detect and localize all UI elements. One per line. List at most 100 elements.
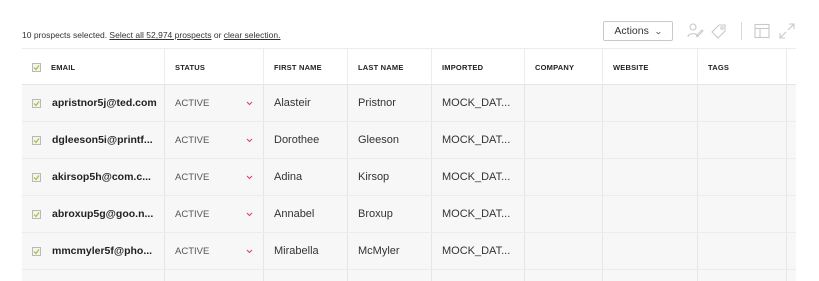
first-name-cell[interactable]: Alasteir [264,85,348,121]
actions-dropdown-button[interactable]: Actions ⌄ [603,21,673,41]
status-value: ACTIVE [175,134,210,146]
company-cell [525,270,603,281]
email-cell[interactable]: akirsop5h@com.c... [22,159,165,195]
columns-icon[interactable] [753,21,771,41]
clear-selection-link[interactable]: clear selection. [224,30,281,40]
column-header-label: FIRST NAME [274,62,322,72]
company-cell[interactable] [525,159,603,195]
table-right-edge [796,48,819,281]
column-header-company[interactable]: COMPANY [525,49,603,85]
imported-cell [432,270,525,281]
truncated-cell [787,196,796,232]
column-header-status[interactable]: STATUS [165,49,264,85]
first-name-cell[interactable]: Annabel [264,196,348,232]
first-name-cell[interactable]: Dorothee [264,122,348,158]
website-cell[interactable] [603,159,698,195]
column-header-label: EMAIL [51,62,76,72]
email-cell[interactable]: mmcmyler5f@pho... [22,233,165,269]
last-name-cell[interactable]: McMyler [348,233,432,269]
column-header-tags[interactable]: TAGS [698,49,787,85]
chevron-down-icon [245,137,253,143]
imported-cell[interactable]: MOCK_DAT... [432,122,525,158]
status-select[interactable]: ACTIVE [165,196,264,232]
company-cell[interactable] [525,85,603,121]
column-header-last-name[interactable]: LAST NAME [348,49,432,85]
table-row-partial [22,270,796,281]
status-value: ACTIVE [175,208,210,220]
table-row[interactable]: abroxup5g@goo.n... ACTIVE Annabel Broxup… [22,196,796,233]
selection-info: 10 prospects selected. Select all 52,974… [22,30,280,40]
table-row[interactable]: dgleeson5i@printf... ACTIVE Dorothee Gle… [22,122,796,159]
imported-cell[interactable]: MOCK_DAT... [432,196,525,232]
table-toolbar: 10 prospects selected. Select all 52,974… [0,0,819,48]
column-header-first-name[interactable]: FIRST NAME [264,49,348,85]
tags-cell [698,270,787,281]
column-header-truncated[interactable]: LA [787,49,796,85]
email-cell[interactable]: apristnor5j@ted.com [22,85,165,121]
select-all-link[interactable]: Select all 52,974 prospects [109,30,211,40]
status-select[interactable]: ACTIVE [165,85,264,121]
table-row[interactable]: apristnor5j@ted.com ACTIVE Alasteir Pris… [22,85,796,122]
first-name-cell[interactable]: Adina [264,159,348,195]
chevron-down-icon [245,100,253,106]
company-cell[interactable] [525,122,603,158]
tags-cell[interactable] [698,122,787,158]
truncated-cell [787,85,796,121]
chevron-down-icon [245,211,253,217]
prospects-table: EMAIL STATUS FIRST NAME LAST NAME IMPORT… [22,48,796,281]
tags-cell[interactable] [698,85,787,121]
last-name-cell [348,270,432,281]
truncated-cell [787,159,796,195]
table-row[interactable]: akirsop5h@com.c... ACTIVE Adina Kirsop M… [22,159,796,196]
chevron-down-icon: ⌄ [653,27,663,36]
imported-cell[interactable]: MOCK_DAT... [432,159,525,195]
tags-cell[interactable] [698,159,787,195]
status-select[interactable]: ACTIVE [165,159,264,195]
last-name-cell[interactable]: Pristnor [348,85,432,121]
tags-cell[interactable] [698,196,787,232]
status-cell [165,270,264,281]
status-value: ACTIVE [175,245,210,257]
email-cell[interactable]: abroxup5g@goo.n... [22,196,165,232]
selection-count-text: 10 prospects selected. [22,30,110,40]
column-header-email[interactable]: EMAIL [22,49,165,85]
select-all-checkbox[interactable] [32,63,41,72]
website-cell[interactable] [603,122,698,158]
imported-cell[interactable]: MOCK_DAT... [432,85,525,121]
table-header: EMAIL STATUS FIRST NAME LAST NAME IMPORT… [22,48,796,85]
column-header-label: STATUS [175,62,206,72]
status-select[interactable]: ACTIVE [165,233,264,269]
column-header-imported[interactable]: IMPORTED [432,49,525,85]
toolbar-divider [741,22,742,40]
chevron-down-icon [245,248,253,254]
website-cell[interactable] [603,85,698,121]
column-header-website[interactable]: WEBSITE [603,49,698,85]
last-name-cell[interactable]: Broxup [348,196,432,232]
column-header-label: COMPANY [535,62,575,72]
first-name-cell[interactable]: Mirabella [264,233,348,269]
tags-cell[interactable] [698,233,787,269]
email-cell[interactable]: dgleeson5i@printf... [22,122,165,158]
assign-user-icon[interactable] [686,21,704,41]
last-name-cell[interactable]: Gleeson [348,122,432,158]
website-cell[interactable] [603,196,698,232]
website-cell [603,270,698,281]
first-name-cell [264,270,348,281]
tag-icon[interactable] [710,21,728,41]
column-header-label: WEBSITE [613,62,649,72]
status-select[interactable]: ACTIVE [165,122,264,158]
status-value: ACTIVE [175,171,210,183]
company-cell[interactable] [525,196,603,232]
selection-or-text: or [211,30,224,40]
actions-label: Actions [614,25,649,37]
website-cell[interactable] [603,233,698,269]
chevron-down-icon [245,174,253,180]
truncated-cell [787,233,796,269]
table-row[interactable]: mmcmyler5f@pho... ACTIVE Mirabella McMyl… [22,233,796,270]
last-name-cell[interactable]: Kirsop [348,159,432,195]
company-cell[interactable] [525,233,603,269]
expand-icon[interactable] [778,21,796,41]
column-header-label: IMPORTED [442,62,484,72]
imported-cell[interactable]: MOCK_DAT... [432,233,525,269]
email-cell [22,270,165,281]
